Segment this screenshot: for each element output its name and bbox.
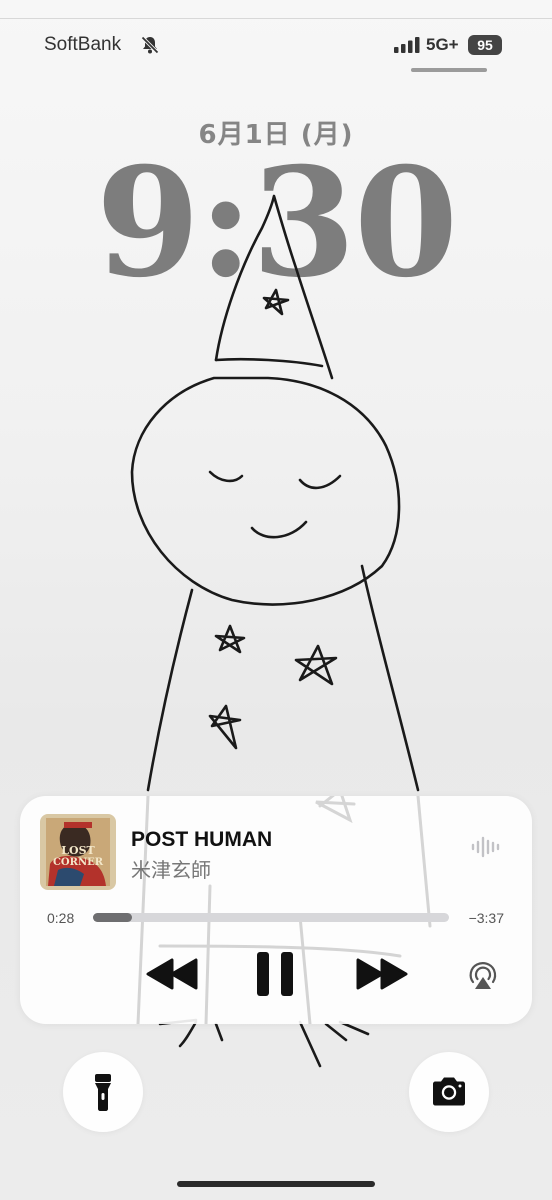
bell-slash-icon bbox=[140, 35, 160, 55]
rewind-icon[interactable] bbox=[144, 956, 200, 992]
fast-forward-icon[interactable] bbox=[354, 956, 410, 992]
flashlight-button[interactable] bbox=[63, 1052, 143, 1132]
artist-name: 米津玄師 bbox=[131, 858, 211, 882]
song-title: POST HUMAN bbox=[131, 828, 273, 851]
flashlight-icon bbox=[95, 1074, 111, 1111]
progress-scrubber[interactable] bbox=[93, 913, 449, 922]
control-center-grabber[interactable] bbox=[411, 68, 487, 72]
remaining-time: −3:37 bbox=[468, 910, 504, 926]
carrier-name: SoftBank bbox=[44, 34, 122, 55]
pause-icon[interactable] bbox=[254, 950, 296, 998]
camera-icon bbox=[433, 1077, 465, 1106]
album-artwork: LOST CORNER bbox=[40, 814, 116, 890]
camera-button[interactable] bbox=[409, 1052, 489, 1132]
battery-indicator: 95 bbox=[468, 35, 502, 55]
elapsed-time: 0:28 bbox=[47, 910, 75, 926]
home-indicator[interactable] bbox=[177, 1181, 375, 1187]
svg-text:CORNER: CORNER bbox=[53, 857, 104, 868]
svg-text:LOST: LOST bbox=[61, 844, 95, 857]
progress-fill bbox=[93, 913, 133, 922]
status-bar: SoftBank 5G+ 95 bbox=[0, 30, 552, 64]
network-type: 5G+ bbox=[426, 35, 459, 54]
top-divider bbox=[0, 18, 552, 19]
signal-bars-icon bbox=[394, 37, 420, 53]
waveform-icon[interactable] bbox=[470, 836, 500, 858]
now-playing-widget[interactable]: LOST CORNER POST HUMAN 米津玄師 0:28 −3:37 bbox=[20, 796, 532, 1024]
airplay-icon[interactable] bbox=[467, 960, 499, 992]
